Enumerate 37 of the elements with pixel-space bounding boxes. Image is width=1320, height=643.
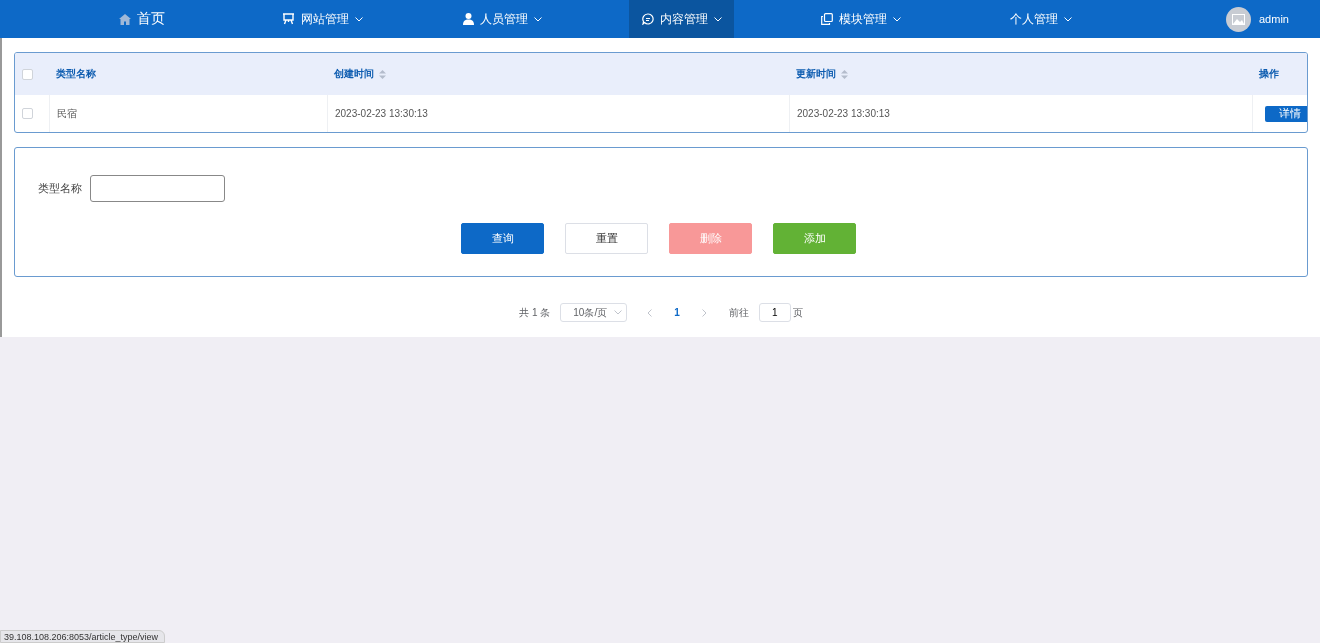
- home-icon: [119, 13, 131, 25]
- table-cell: 2023-02-23 13:30:13: [797, 108, 890, 119]
- copy-icon: [821, 13, 833, 25]
- page-input[interactable]: 1: [758, 303, 791, 322]
- checkbox[interactable]: [22, 68, 33, 80]
- nav-menu-item[interactable]: 模块管理: [771, 0, 951, 38]
- nav-menu-item[interactable]: 内容管理: [629, 0, 734, 38]
- column-header[interactable]: 创建时间: [334, 67, 374, 81]
- board-icon: [281, 13, 295, 25]
- page-size-select[interactable]: 10条/页: [560, 303, 628, 322]
- nav-menu-item[interactable]: 人员管理: [412, 0, 592, 38]
- column-header: 类型名称: [56, 67, 96, 81]
- person-icon: [462, 13, 474, 25]
- avatar-icon[interactable]: [1226, 6, 1251, 32]
- username[interactable]: admin: [1259, 13, 1289, 25]
- column-header[interactable]: 更新时间: [796, 67, 836, 81]
- chat-icon: [641, 13, 654, 25]
- table-cell: 2023-02-23 13:30:13: [335, 108, 428, 119]
- chevron-down-icon: [614, 310, 623, 315]
- action-button[interactable]: 查询: [461, 223, 544, 254]
- total-count: 共 1 条: [519, 305, 551, 320]
- chevron-right-icon[interactable]: [701, 308, 707, 317]
- nav-menu-item[interactable]: 个人管理: [951, 0, 1131, 38]
- page-number[interactable]: 1: [662, 307, 692, 318]
- checkbox[interactable]: [22, 108, 33, 119]
- details-button[interactable]: 详情: [1265, 105, 1307, 122]
- nav-menu-item[interactable]: 首页: [52, 0, 232, 38]
- goto-label: 前往: [728, 305, 749, 320]
- column-header: 操作: [1259, 67, 1279, 81]
- field-label: 类型名称: [38, 181, 82, 196]
- status-url: 39.108.108.206:8053/article_type/view: [0, 630, 166, 643]
- nav-menu-item[interactable]: 网站管理: [232, 0, 412, 38]
- page-suffix: 页: [792, 305, 803, 320]
- action-button[interactable]: 重置: [565, 223, 648, 254]
- chevron-left-icon[interactable]: [647, 308, 653, 317]
- table-cell: 民宿: [57, 106, 77, 121]
- input-field[interactable]: [90, 175, 225, 202]
